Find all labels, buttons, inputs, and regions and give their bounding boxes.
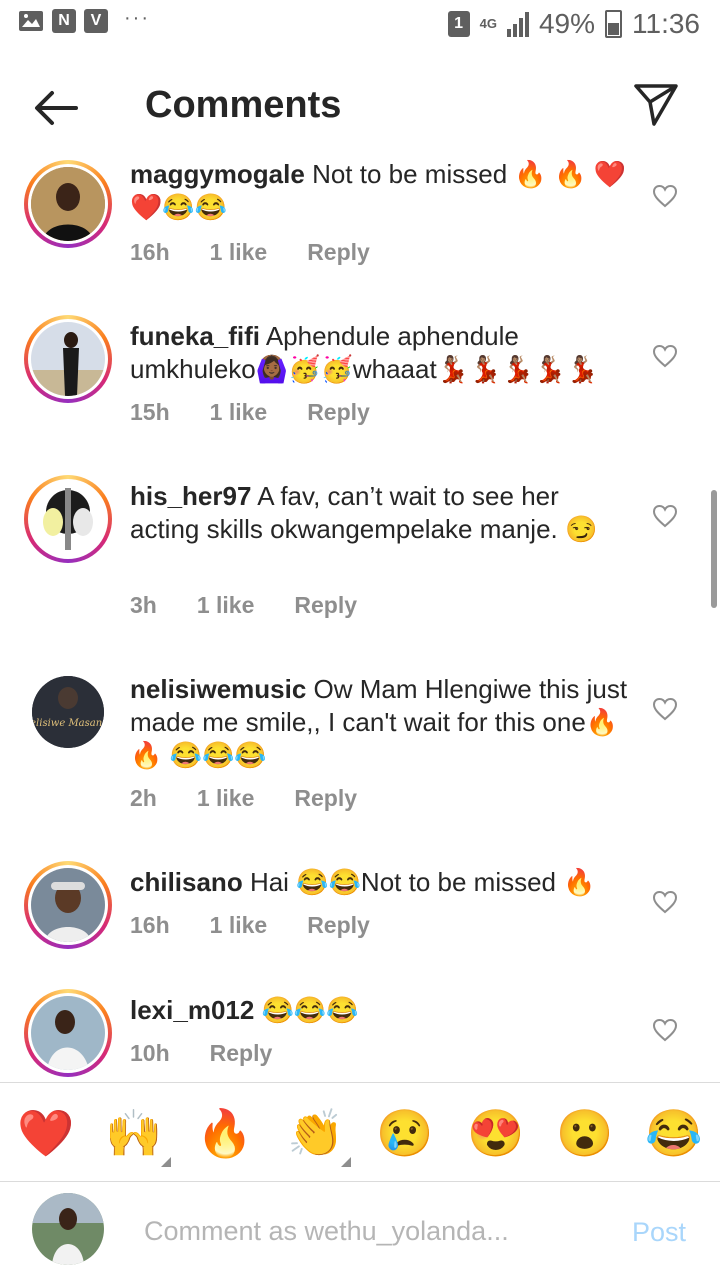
emoji-heart-eyes-button[interactable]: 😍 <box>466 1103 526 1163</box>
n-icon: N <box>52 9 76 33</box>
comment-message: Hai 😂😂Not to be missed 🔥 <box>249 867 596 897</box>
comment-text: maggymogale Not to be missed 🔥 🔥 ❤️❤️😂😂 <box>130 158 630 224</box>
skin-tone-indicator-icon <box>341 1157 351 1167</box>
comment-username[interactable]: funeka_fifi <box>130 321 260 351</box>
signal-icon <box>506 11 529 37</box>
like-heart-icon[interactable] <box>652 183 678 209</box>
comment-meta: 16h 1 like Reply <box>130 239 370 266</box>
emoji-quick-bar: ❤️ 🙌 🔥 👏 😢 😍 😮 😂 <box>0 1082 720 1182</box>
comment-text: nelisiwemusic Ow Mam Hlengiwe this just … <box>130 673 630 772</box>
comment-message: 😂😂😂 <box>261 995 359 1025</box>
comment-list[interactable]: maggymogale Not to be missed 🔥 🔥 ❤️❤️😂😂 … <box>0 150 720 1082</box>
avatar-story-ring[interactable] <box>24 989 112 1077</box>
like-heart-icon[interactable] <box>652 696 678 722</box>
avatar-story-ring[interactable] <box>24 315 112 403</box>
comment-input[interactable] <box>144 1211 604 1251</box>
like-heart-icon[interactable] <box>652 889 678 915</box>
comment-likes[interactable]: 1 like <box>197 785 255 812</box>
own-avatar <box>32 1193 104 1265</box>
comment-meta: 10h Reply <box>130 1040 272 1067</box>
avatar <box>31 482 105 556</box>
comment-composer: Post <box>0 1181 720 1280</box>
reply-button[interactable]: Reply <box>294 785 357 812</box>
comment-username[interactable]: chilisano <box>130 867 243 897</box>
image-icon <box>19 11 43 31</box>
avatar-container[interactable]: Nelisiwe Masango <box>24 668 112 756</box>
sim-icon: 1 <box>447 11 470 37</box>
emoji-laughing-button[interactable]: 😂 <box>644 1103 704 1163</box>
header: Comments <box>0 60 720 152</box>
network-type: 4G <box>479 16 497 31</box>
status-bar: N V ··· 1 4G 49% 11:36 <box>0 0 720 52</box>
status-left: N V ··· <box>18 6 150 33</box>
comment-meta: 3h 1 like Reply <box>130 592 357 619</box>
comment-meta: 15h 1 like Reply <box>130 399 370 426</box>
comment-time: 16h <box>130 239 170 265</box>
comment-time: 3h <box>130 592 157 618</box>
page-title: Comments <box>145 84 342 126</box>
comment-time: 16h <box>130 912 170 938</box>
comment-likes[interactable]: 1 like <box>197 592 255 619</box>
reply-button[interactable]: Reply <box>210 1040 273 1067</box>
emoji-surprised-button[interactable]: 😮 <box>555 1103 615 1163</box>
comment-time: 2h <box>130 785 157 811</box>
comment-text: lexi_m012 😂😂😂 <box>130 994 630 1027</box>
emoji-clapping-button[interactable]: 👏 <box>286 1103 346 1163</box>
like-heart-icon[interactable] <box>652 1017 678 1043</box>
comment-likes[interactable]: 1 like <box>210 399 268 426</box>
comment-text: chilisano Hai 😂😂Not to be missed 🔥 <box>130 866 630 899</box>
battery-percent: 49% <box>538 8 595 39</box>
avatar <box>31 996 105 1070</box>
emoji-fire-button[interactable]: 🔥 <box>195 1103 255 1163</box>
scrollbar[interactable] <box>711 490 717 608</box>
comment-username[interactable]: lexi_m012 <box>130 995 254 1025</box>
comment-meta: 16h 1 like Reply <box>130 912 370 939</box>
comment-meta: 2h 1 like Reply <box>130 785 357 812</box>
battery-icon <box>605 10 622 38</box>
comment-time: 15h <box>130 399 170 425</box>
like-heart-icon[interactable] <box>652 343 678 369</box>
avatar <box>31 868 105 942</box>
reply-button[interactable]: Reply <box>294 592 357 619</box>
avatar <box>31 322 105 396</box>
comment-likes[interactable]: 1 like <box>210 912 268 939</box>
avatar <box>31 167 105 241</box>
back-arrow-icon[interactable] <box>30 82 82 134</box>
reply-button[interactable]: Reply <box>307 912 370 939</box>
comment-text: funeka_fifi Aphendule aphendule umkhulek… <box>130 320 630 386</box>
comment-text: his_her97 A fav, can’t wait to see her a… <box>130 480 630 546</box>
status-right: 1 4G 49% 11:36 <box>447 8 700 40</box>
emoji-heart-button[interactable]: ❤️ <box>16 1103 76 1163</box>
avatar-signature: Nelisiwe Masango <box>32 718 104 729</box>
avatar-story-ring[interactable] <box>24 861 112 949</box>
emoji-crying-button[interactable]: 😢 <box>375 1103 435 1163</box>
reply-button[interactable]: Reply <box>307 399 370 426</box>
skin-tone-indicator-icon <box>161 1157 171 1167</box>
more-notifications-icon: ··· <box>124 6 150 29</box>
v-icon: V <box>84 9 108 33</box>
comment-username[interactable]: maggymogale <box>130 159 305 189</box>
comment-time: 10h <box>130 1040 170 1066</box>
comment-username[interactable]: his_her97 <box>130 481 251 511</box>
reply-button[interactable]: Reply <box>307 239 370 266</box>
direct-send-icon[interactable] <box>632 80 680 128</box>
post-button[interactable]: Post <box>632 1217 686 1248</box>
emoji-raising-hands-button[interactable]: 🙌 <box>104 1103 164 1163</box>
avatar-story-ring[interactable] <box>24 160 112 248</box>
comment-likes[interactable]: 1 like <box>210 239 268 266</box>
comment-username[interactable]: nelisiwemusic <box>130 674 306 704</box>
avatar-story-ring[interactable] <box>24 475 112 563</box>
avatar: Nelisiwe Masango <box>32 676 104 748</box>
clock: 11:36 <box>632 8 700 39</box>
like-heart-icon[interactable] <box>652 503 678 529</box>
